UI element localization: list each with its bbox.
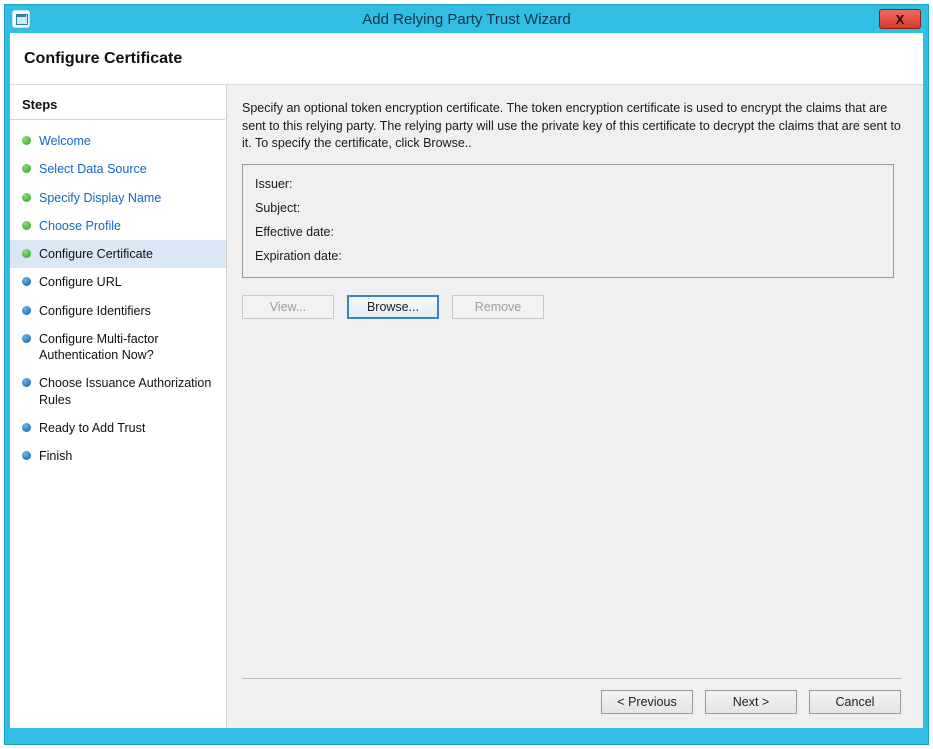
steps-heading: Steps xyxy=(10,93,225,120)
step-bullet-icon xyxy=(22,306,31,315)
window-body: Configure Certificate Steps Welcome Sele… xyxy=(10,33,923,728)
step-bullet-icon xyxy=(22,193,31,202)
issuer-label: Issuer: xyxy=(255,172,881,196)
wizard-window: Add Relying Party Trust Wizard X Configu… xyxy=(4,4,929,745)
next-button[interactable]: Next > xyxy=(705,690,797,714)
step-label: Choose Issuance Authorization Rules xyxy=(39,375,218,408)
step-label: Configure Identifiers xyxy=(39,303,151,319)
step-label: Finish xyxy=(39,448,72,464)
wizard-footer: < Previous Next > Cancel xyxy=(242,678,901,714)
step-finish: Finish xyxy=(10,442,226,470)
title-bar: Add Relying Party Trust Wizard X xyxy=(5,5,928,33)
step-bullet-icon xyxy=(22,423,31,432)
description-text: Specify an optional token encryption cer… xyxy=(242,100,901,153)
window-title: Add Relying Party Trust Wizard xyxy=(5,5,928,33)
subject-label: Subject: xyxy=(255,196,881,220)
step-label: Choose Profile xyxy=(39,218,121,234)
steps-sidebar: Steps Welcome Select Data Source Specify… xyxy=(10,85,226,728)
browse-button[interactable]: Browse... xyxy=(347,295,439,319)
main-area: Steps Welcome Select Data Source Specify… xyxy=(10,85,923,728)
step-label: Configure URL xyxy=(39,274,122,290)
remove-button[interactable]: Remove xyxy=(452,295,544,319)
step-configure-mfa: Configure Multi-factor Authentication No… xyxy=(10,325,226,370)
step-bullet-icon xyxy=(22,277,31,286)
step-bullet-icon xyxy=(22,221,31,230)
step-bullet-icon xyxy=(22,451,31,460)
step-label: Ready to Add Trust xyxy=(39,420,145,436)
view-button[interactable]: View... xyxy=(242,295,334,319)
certificate-actions: View... Browse... Remove xyxy=(242,295,901,319)
step-bullet-icon xyxy=(22,136,31,145)
step-bullet-icon xyxy=(22,378,31,387)
steps-list: Welcome Select Data Source Specify Displ… xyxy=(10,120,226,470)
step-bullet-icon xyxy=(22,334,31,343)
step-select-data-source: Select Data Source xyxy=(10,155,226,183)
cancel-button[interactable]: Cancel xyxy=(809,690,901,714)
step-configure-certificate: Configure Certificate xyxy=(10,240,226,268)
step-bullet-icon xyxy=(22,164,31,173)
previous-button[interactable]: < Previous xyxy=(601,690,693,714)
step-label: Select Data Source xyxy=(39,161,147,177)
effective-date-label: Effective date: xyxy=(255,220,881,244)
content-pane: Specify an optional token encryption cer… xyxy=(226,85,923,728)
certificate-details-box: Issuer: Subject: Effective date: Expirat… xyxy=(242,164,894,278)
page-title: Configure Certificate xyxy=(24,50,182,68)
step-configure-identifiers: Configure Identifiers xyxy=(10,297,226,325)
step-choose-profile: Choose Profile xyxy=(10,212,226,240)
step-configure-url: Configure URL xyxy=(10,268,226,296)
page-header: Configure Certificate xyxy=(10,33,923,85)
step-label: Welcome xyxy=(39,133,91,149)
step-label: Configure Certificate xyxy=(39,246,153,262)
step-ready-to-add-trust: Ready to Add Trust xyxy=(10,414,226,442)
expiration-date-label: Expiration date: xyxy=(255,244,881,268)
step-specify-display-name: Specify Display Name xyxy=(10,184,226,212)
close-button[interactable]: X xyxy=(879,9,921,29)
step-label: Specify Display Name xyxy=(39,190,161,206)
wizard-icon xyxy=(12,10,30,28)
step-welcome: Welcome xyxy=(10,127,226,155)
step-choose-issuance-rules: Choose Issuance Authorization Rules xyxy=(10,369,226,414)
step-bullet-icon xyxy=(22,249,31,258)
step-label: Configure Multi-factor Authentication No… xyxy=(39,331,218,364)
